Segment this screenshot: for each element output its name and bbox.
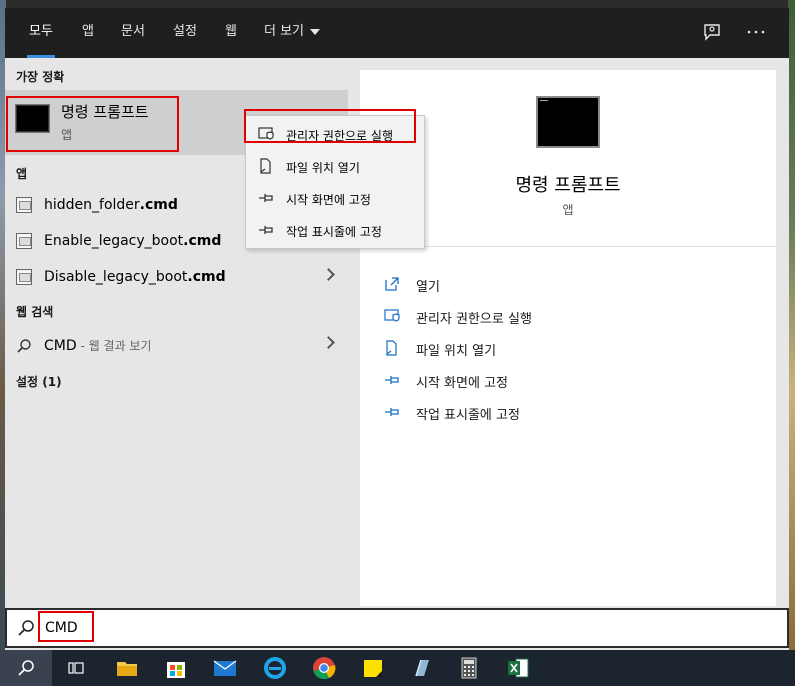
script-file-icon	[16, 233, 32, 249]
action-label: 열기	[416, 280, 440, 295]
chevron-right-icon[interactable]	[322, 268, 335, 281]
pin-icon	[259, 226, 273, 234]
filter-tab-bar: 모두 앱 문서 설정 웹 더 보기	[5, 8, 789, 58]
pin-icon	[259, 194, 273, 202]
menu-item-pin-to-start[interactable]: 시작 화면에 고정	[246, 183, 424, 213]
apps-heading: 앱	[16, 167, 28, 181]
desktop-right-strip	[788, 0, 795, 650]
menu-item-label: 파일 위치 열기	[286, 161, 360, 175]
search-icon	[18, 620, 34, 636]
action-label: 관리자 권한으로 실행	[416, 312, 532, 327]
web-search-hint: - 웹 결과 보기	[76, 339, 152, 353]
web-search-heading: 웹 검색	[16, 305, 54, 319]
pin-icon	[385, 376, 399, 384]
app-name: Enable_legacy_boot	[44, 233, 184, 249]
app-ext: .cmd	[187, 269, 226, 285]
more-options-icon[interactable]	[745, 21, 767, 43]
menu-item-label: 시작 화면에 고정	[286, 193, 371, 207]
tab-web[interactable]: 웹	[225, 8, 237, 58]
search-icon[interactable]	[0, 650, 52, 686]
search-box[interactable]	[5, 608, 789, 648]
menu-item-open-file-location[interactable]: 파일 위치 열기	[246, 151, 424, 181]
menu-item-pin-to-taskbar[interactable]: 작업 표시줄에 고정	[246, 215, 424, 245]
shield-icon	[384, 309, 400, 322]
tab-settings[interactable]: 설정	[173, 8, 197, 58]
app-name: Disable_legacy_boot	[44, 269, 188, 285]
task-view-icon[interactable]	[62, 654, 90, 682]
desktop-top-strip	[0, 0, 795, 8]
tab-more-label: 더 보기	[264, 24, 305, 39]
folder-location-icon	[386, 340, 397, 356]
tab-all[interactable]: 모두	[27, 8, 55, 58]
internet-explorer-icon[interactable]	[261, 654, 289, 682]
app-ext: .cmd	[139, 197, 178, 213]
store-icon[interactable]	[162, 654, 190, 682]
tab-more[interactable]: 더 보기	[264, 8, 321, 58]
action-label: 시작 화면에 고정	[416, 376, 508, 391]
app-ext: .cmd	[183, 233, 222, 249]
settings-heading[interactable]: 설정 (1)	[16, 373, 62, 390]
mail-icon[interactable]	[211, 654, 239, 682]
tab-apps[interactable]: 앱	[82, 8, 94, 58]
taskbar	[0, 650, 795, 686]
search-input[interactable]	[45, 618, 545, 638]
script-file-icon	[16, 269, 32, 285]
app-name: hidden_folder	[44, 197, 140, 213]
command-prompt-icon	[536, 96, 600, 148]
action-label: 작업 표시줄에 고정	[416, 408, 520, 423]
file-explorer-icon[interactable]	[113, 654, 141, 682]
search-icon	[17, 339, 31, 353]
feedback-icon[interactable]	[701, 21, 723, 43]
sticky-notes-icon[interactable]	[359, 654, 387, 682]
calculator-icon[interactable]	[455, 654, 483, 682]
search-input-highlight	[38, 611, 94, 642]
start-search-panel: 모두 앱 문서 설정 웹 더 보기 가장 정확 명령 프롬프트 앱 앱 hidd…	[5, 8, 789, 650]
best-match-highlight	[6, 96, 179, 152]
script-file-icon	[16, 197, 32, 213]
action-label: 파일 위치 열기	[416, 344, 497, 359]
chevron-down-icon	[310, 28, 321, 35]
chevron-right-icon[interactable]	[322, 336, 335, 349]
list-item[interactable]: Disable_legacy_boot.cmd	[5, 260, 348, 296]
app-icon[interactable]	[408, 654, 436, 682]
open-icon	[385, 277, 399, 291]
best-match-heading: 가장 정확	[16, 70, 65, 84]
menu-item-label: 작업 표시줄에 고정	[286, 225, 382, 239]
web-search-query: CMD	[44, 338, 77, 354]
folder-location-icon	[260, 158, 271, 174]
pin-icon	[385, 408, 399, 416]
web-search-item[interactable]: CMD - 웹 결과 보기	[5, 328, 348, 364]
chrome-icon[interactable]	[310, 654, 338, 682]
run-as-admin-highlight	[244, 109, 416, 143]
tab-documents[interactable]: 문서	[121, 8, 145, 58]
excel-icon[interactable]	[504, 654, 532, 682]
